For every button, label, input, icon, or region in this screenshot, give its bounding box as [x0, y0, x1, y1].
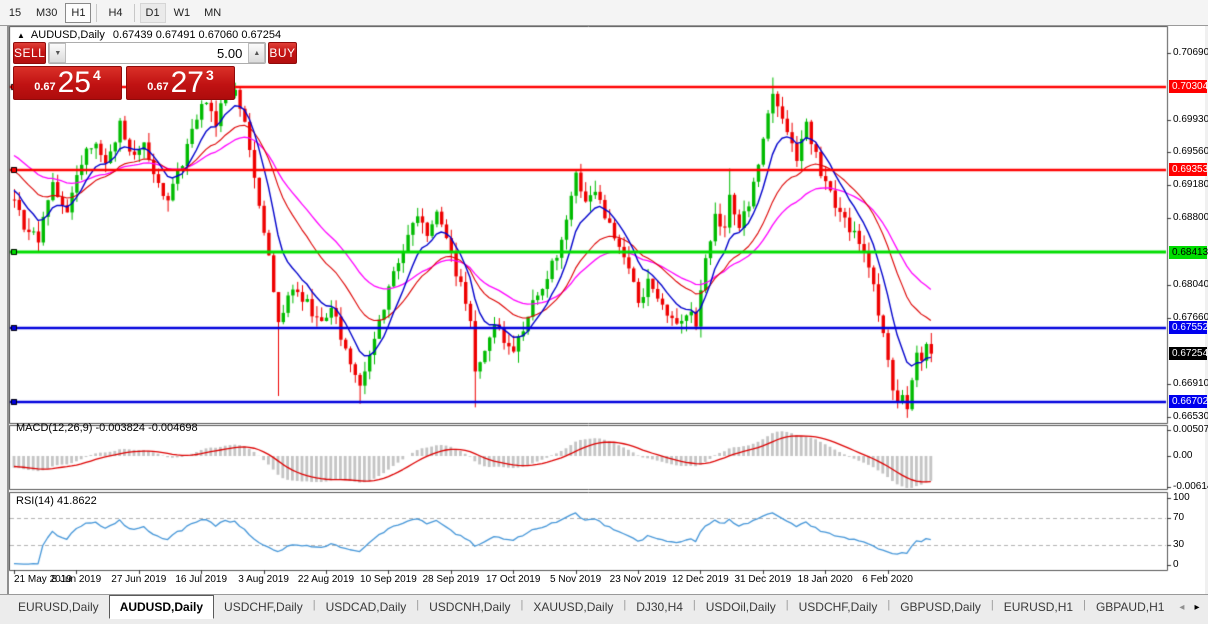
chart-symbol-title: AUDUSD,Daily	[30, 29, 105, 41]
toolbar-separator	[96, 3, 98, 22]
timeframe-button-mn[interactable]: MN	[198, 3, 227, 23]
date-axis-label: 18 Jan 2020	[797, 574, 853, 585]
rsi-axis-label: 70	[1173, 512, 1185, 524]
price-axis-label: 0.69180	[1173, 179, 1208, 191]
price-axis-label: 0.68040	[1173, 278, 1208, 290]
collapse-panel-icon[interactable]: ▲	[17, 31, 25, 40]
price-level-badge: 0.68413	[1169, 245, 1208, 259]
rsi-axis-label: 0	[1173, 559, 1179, 570]
macd-axis-label: -0.006141	[1173, 481, 1208, 493]
tab-scroll-right-icon[interactable]: ▸	[1189, 602, 1204, 613]
buy-price-prefix: 0.67	[147, 81, 169, 93]
chart-tab-gbpusd-daily[interactable]: GBPUSD,Daily	[890, 596, 991, 618]
price-axis-label: 0.70690	[1173, 47, 1208, 58]
chart-tab-usdchf-daily[interactable]: USDCHF,Daily	[214, 596, 313, 618]
sell-price-big: 25	[57, 66, 91, 99]
tab-scroll-buttons: ◂ ▸	[1174, 595, 1204, 619]
tab-scroll-left-icon[interactable]: ◂	[1174, 602, 1189, 613]
rsi-axis-label: 30	[1173, 538, 1185, 550]
timeframe-button-15[interactable]: 15	[2, 3, 28, 23]
chart-tab-usdcad-daily[interactable]: USDCAD,Daily	[316, 596, 417, 618]
sell-price-pipette: 4	[93, 67, 101, 83]
sell-price-box[interactable]: 0.67 25 4	[13, 66, 122, 100]
volume-increase-button[interactable]: ▲	[248, 43, 266, 63]
date-axis-label: 28 Sep 2019	[422, 574, 480, 585]
date-axis-label: 6 Feb 2020	[862, 574, 913, 585]
macd-indicator-label: MACD(12,26,9) -0.003824 -0.004698	[16, 422, 198, 434]
sell-price-prefix: 0.67	[34, 81, 56, 93]
sell-button[interactable]: SELL	[13, 42, 47, 64]
volume-input[interactable]	[66, 43, 249, 63]
price-axis-label: 0.68800	[1173, 212, 1208, 224]
chart-tab-bar: EURUSD,Daily AUDUSD,Daily USDCHF,Daily | USD…	[0, 594, 1208, 624]
chart-tab-dj30-h4[interactable]: DJ30,H4	[626, 596, 693, 618]
timeframe-button-w1[interactable]: W1	[168, 3, 197, 23]
date-axis-label: 10 Sep 2019	[360, 574, 417, 585]
price-axis-label: 0.69930	[1173, 113, 1208, 125]
ohlc-values: 0.67439 0.67491 0.67060 0.67254	[112, 29, 282, 41]
macd-axis-label: 0.00	[1173, 450, 1193, 461]
timeframe-toolbar: 15 M30 H1 H4 D1 W1 MN	[0, 0, 1208, 26]
price-axis-label: 0.69560	[1173, 145, 1208, 157]
chart-tab-usdoil-daily[interactable]: USDOil,Daily	[696, 596, 786, 618]
timeframe-button-h1[interactable]: H1	[65, 2, 92, 23]
chart-tab-usdchf-daily[interactable]: USDCHF,Daily	[789, 596, 888, 618]
chart-tab-usdcnh-daily[interactable]: USDCNH,Daily	[419, 596, 520, 618]
volume-decrease-button[interactable]: ▼	[49, 43, 67, 63]
chart-tab-xauusd-daily[interactable]: XAUUSD,Daily	[523, 596, 623, 618]
chart-tab-audusd-daily[interactable]: AUDUSD,Daily	[108, 595, 215, 619]
macd-axis-label: 0.005076	[1173, 423, 1208, 435]
date-axis-label: 23 Nov 2019	[609, 574, 667, 585]
price-chart-canvas[interactable]	[9, 26, 1207, 594]
rsi-indicator-label: RSI(14) 41.8622	[16, 495, 97, 507]
date-axis-label: 16 Jul 2019	[175, 574, 228, 585]
timeframe-button-d1[interactable]: D1	[139, 2, 166, 23]
date-axis-label: 27 Jun 2019	[111, 574, 167, 585]
current-price-badge: 0.67254	[1169, 347, 1208, 361]
buy-button[interactable]: BUY	[268, 42, 297, 64]
price-level-badge: 0.67552	[1169, 321, 1208, 335]
date-axis-label: 12 Dec 2019	[672, 574, 729, 585]
date-axis-label: 5 Nov 2019	[550, 574, 602, 585]
chart-window: ▲ AUDUSD,Daily 0.67439 0.67491 0.67060 0…	[7, 26, 1208, 594]
date-axis-label: 22 Aug 2019	[297, 574, 355, 585]
price-axis-label: 0.66910	[1173, 377, 1208, 389]
price-level-badge: 0.66702	[1169, 395, 1208, 409]
buy-price-big: 27	[170, 66, 204, 99]
date-axis-label: 8 Jun 2019	[51, 574, 102, 585]
price-axis-label: 0.66530	[1173, 411, 1208, 422]
rsi-axis-label: 100	[1173, 492, 1190, 503]
toolbar-separator	[133, 3, 135, 22]
price-level-badge: 0.70304	[1169, 80, 1208, 94]
chart-tab-gbpaud-h1[interactable]: GBPAUD,H1	[1086, 596, 1174, 618]
buy-price-box[interactable]: 0.67 27 3	[126, 66, 235, 100]
chart-title-row: ▲ AUDUSD,Daily 0.67439 0.67491 0.67060 0…	[17, 28, 281, 42]
timeframe-button-h4[interactable]: H4	[102, 3, 128, 23]
chart-tab-eurusd-daily[interactable]: EURUSD,Daily	[8, 596, 109, 618]
one-click-trading-panel: SELL ▼ ▲ BUY 0.67 25 4 0.67 27 3	[13, 42, 297, 100]
date-axis-label: 17 Oct 2019	[485, 574, 541, 585]
timeframe-button-m30[interactable]: M30	[30, 3, 63, 23]
date-axis-label: 3 Aug 2019	[238, 574, 289, 585]
chart-tab-eurusd-h1[interactable]: EURUSD,H1	[994, 596, 1083, 618]
date-axis-label: 31 Dec 2019	[734, 574, 792, 585]
price-level-badge: 0.69353	[1169, 163, 1208, 177]
buy-price-pipette: 3	[206, 67, 214, 83]
